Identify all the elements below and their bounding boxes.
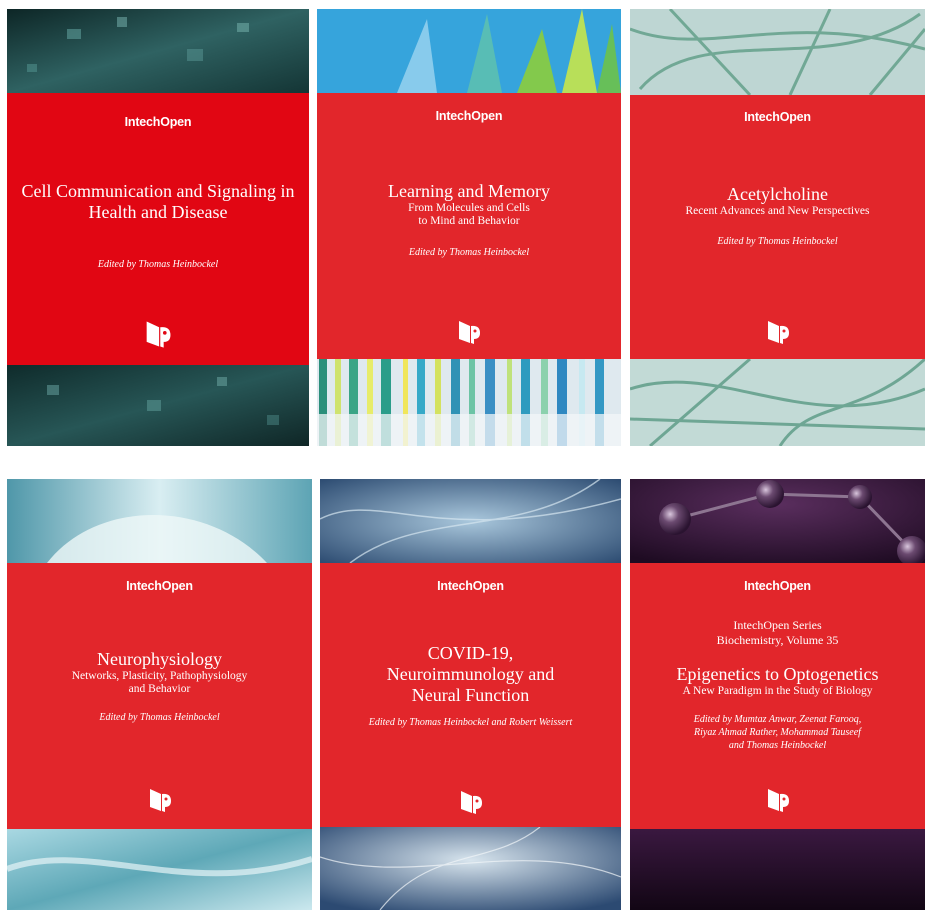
intechopen-logo-icon: [459, 321, 480, 344]
book-subtitle: Recent Advances and New Perspectives: [685, 205, 870, 217]
cover-red-band: IntechOpen Neurophysiology Networks, Pla…: [7, 563, 312, 829]
cover-red-band: IntechOpen IntechOpen Series Biochemistr…: [630, 563, 925, 829]
book-title: Neurophysiology: [97, 649, 222, 669]
cover-image-top: [7, 479, 312, 563]
book-editor: Edited by Thomas Heinbockel: [97, 259, 219, 270]
cover-image-bottom: [630, 829, 925, 910]
book-cover-covid-19[interactable]: IntechOpen COVID-19, Neuroimmunology and…: [320, 479, 621, 910]
cover-image-top: [7, 9, 309, 93]
cover-image-bottom: [7, 365, 309, 446]
book-editor: Edited by Thomas Heinbockel: [717, 236, 838, 247]
book-title: COVID-19, Neuroimmunology and Neural Fun…: [386, 643, 555, 705]
cover-image-bottom: [7, 829, 312, 910]
publisher-name: IntechOpen: [126, 579, 193, 593]
cover-red-band: IntechOpen Cell Communication and Signal…: [7, 93, 309, 365]
book-series: IntechOpen Series Biochemistry, Volume 3…: [716, 618, 839, 647]
book-editor: Edited by Thomas Heinbockel: [99, 712, 220, 723]
book-cover-cell-communication[interactable]: IntechOpen Cell Communication and Signal…: [7, 9, 309, 446]
book-editor: Edited by Mumtaz Anwar, Zeenat Farooq, R…: [693, 714, 862, 751]
publisher-name: IntechOpen: [744, 110, 811, 124]
cover-image-top: [630, 9, 925, 95]
book-cover-acetylcholine[interactable]: IntechOpen Acetylcholine Recent Advances…: [630, 9, 925, 446]
book-title: Cell Communication and Signaling in Heal…: [21, 181, 295, 222]
book-title: Epigenetics to Optogenetics: [676, 664, 879, 684]
cover-red-band: IntechOpen Acetylcholine Recent Advances…: [630, 95, 925, 359]
book-cover-neurophysiology[interactable]: IntechOpen Neurophysiology Networks, Pla…: [7, 479, 312, 910]
cover-red-band: IntechOpen COVID-19, Neuroimmunology and…: [320, 563, 621, 827]
publisher-name: IntechOpen: [435, 109, 503, 123]
book-subtitle: From Molecules and Cells to Mind and Beh…: [408, 202, 530, 227]
publisher-name: IntechOpen: [124, 115, 192, 129]
book-cover-epigenetics[interactable]: IntechOpen IntechOpen Series Biochemistr…: [630, 479, 925, 910]
intechopen-logo-icon: [767, 789, 789, 812]
cover-image-top: [630, 479, 925, 563]
intechopen-logo-icon: [149, 789, 171, 812]
book-title: Learning and Memory: [388, 181, 550, 201]
cover-red-band: IntechOpen Learning and Memory From Mole…: [317, 93, 621, 359]
cover-image-top: [320, 479, 621, 563]
book-title: Acetylcholine: [727, 184, 828, 204]
book-subtitle: Networks, Plasticity, Pathophysiology an…: [71, 670, 248, 695]
book-editor: Edited by Thomas Heinbockel: [408, 247, 530, 258]
cover-image-bottom: [630, 359, 925, 446]
intechopen-logo-icon: [146, 321, 171, 348]
intechopen-logo-icon: [767, 321, 789, 344]
publisher-name: IntechOpen: [437, 579, 504, 593]
book-subtitle: A New Paradigm in the Study of Biology: [682, 685, 873, 697]
book-cover-learning-memory[interactable]: IntechOpen Learning and Memory From Mole…: [317, 9, 621, 446]
cover-image-bottom: [320, 827, 621, 910]
publisher-name: IntechOpen: [744, 579, 811, 593]
intechopen-logo-icon: [460, 791, 482, 814]
book-editor: Edited by Thomas Heinbockel and Robert W…: [368, 717, 573, 728]
cover-image-top: [317, 9, 621, 93]
cover-image-bottom: [317, 359, 621, 446]
